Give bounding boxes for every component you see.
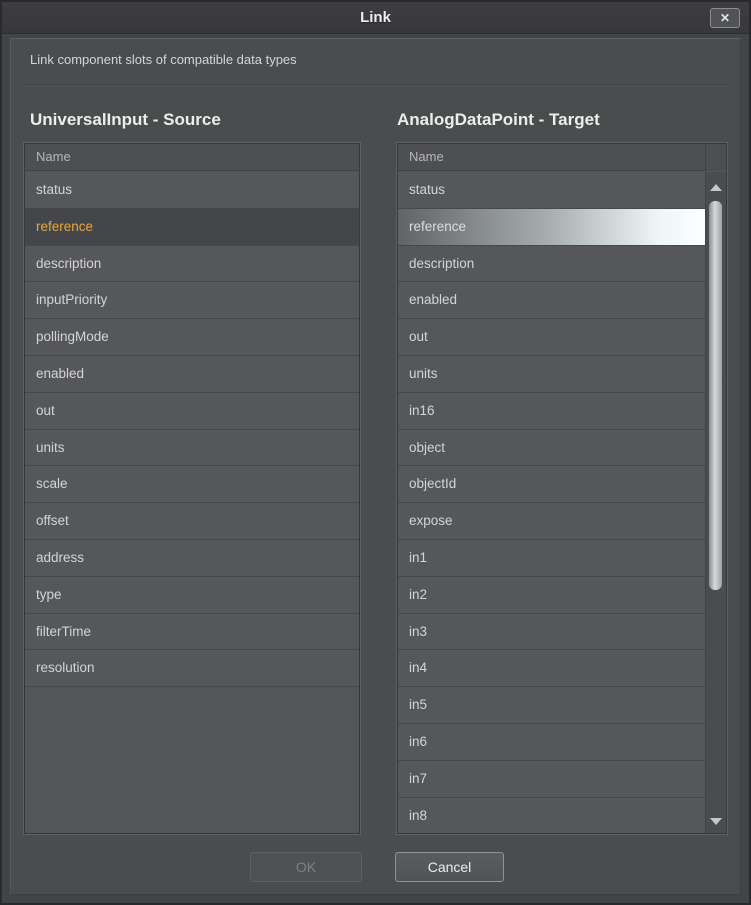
target-column-header[interactable]: Name (398, 144, 726, 171)
list-item[interactable]: in8 (398, 798, 705, 833)
list-item[interactable]: enabled (25, 356, 359, 393)
dialog-title: Link (360, 9, 391, 26)
list-item[interactable]: units (398, 356, 705, 393)
scrollbar-column-header (705, 144, 726, 171)
source-slot-list: Name statusreferencedescriptioninputPrio… (24, 143, 360, 834)
scroll-up-icon[interactable] (710, 184, 722, 191)
list-item[interactable]: object (398, 430, 705, 467)
list-item[interactable]: resolution (25, 650, 359, 687)
list-item[interactable]: in7 (398, 761, 705, 798)
separator-line (22, 84, 729, 86)
list-item[interactable]: address (25, 540, 359, 577)
source-rows: statusreferencedescriptioninputPriorityp… (25, 172, 359, 833)
list-item[interactable]: reference (398, 209, 705, 246)
list-item[interactable]: pollingMode (25, 319, 359, 356)
list-item[interactable]: in6 (398, 724, 705, 761)
list-item[interactable]: in2 (398, 577, 705, 614)
target-heading: AnalogDataPoint - Target (397, 110, 600, 130)
scroll-down-icon[interactable] (710, 818, 722, 825)
source-column-header-label: Name (36, 149, 71, 164)
list-item[interactable]: description (25, 246, 359, 283)
list-item[interactable]: out (398, 319, 705, 356)
cancel-button[interactable]: Cancel (395, 852, 504, 882)
list-item[interactable]: status (25, 172, 359, 209)
list-item[interactable]: inputPriority (25, 282, 359, 319)
instruction-text: Link component slots of compatible data … (30, 52, 297, 67)
source-heading: UniversalInput - Source (30, 110, 221, 130)
scrollbar-thumb[interactable] (709, 201, 722, 590)
list-item[interactable]: in16 (398, 393, 705, 430)
list-item[interactable]: scale (25, 466, 359, 503)
link-dialog: Link ✕ Link component slots of compatibl… (0, 0, 751, 905)
list-item[interactable]: reference (25, 209, 359, 246)
source-column-header[interactable]: Name (25, 144, 359, 171)
list-item[interactable]: status (398, 172, 705, 209)
list-item[interactable]: expose (398, 503, 705, 540)
list-item[interactable]: offset (25, 503, 359, 540)
list-item[interactable]: objectId (398, 466, 705, 503)
dialog-body: Link component slots of compatible data … (10, 38, 741, 895)
close-button[interactable]: ✕ (710, 8, 740, 28)
ok-button[interactable]: OK (250, 852, 362, 882)
target-column-header-label: Name (409, 149, 444, 164)
list-item[interactable]: in3 (398, 614, 705, 651)
list-item[interactable]: filterTime (25, 614, 359, 651)
list-item[interactable]: units (25, 430, 359, 467)
target-slot-list: Name statusreferencedescriptionenabledou… (397, 143, 727, 834)
list-item[interactable]: in5 (398, 687, 705, 724)
target-scrollbar[interactable] (705, 172, 726, 833)
dialog-titlebar[interactable]: Link ✕ (2, 2, 749, 34)
close-icon: ✕ (720, 11, 730, 25)
list-item[interactable]: description (398, 246, 705, 283)
list-item[interactable]: type (25, 577, 359, 614)
target-rows: statusreferencedescriptionenabledoutunit… (398, 172, 705, 833)
list-item[interactable]: in4 (398, 650, 705, 687)
list-item[interactable]: in1 (398, 540, 705, 577)
list-item[interactable]: out (25, 393, 359, 430)
list-item[interactable]: enabled (398, 282, 705, 319)
